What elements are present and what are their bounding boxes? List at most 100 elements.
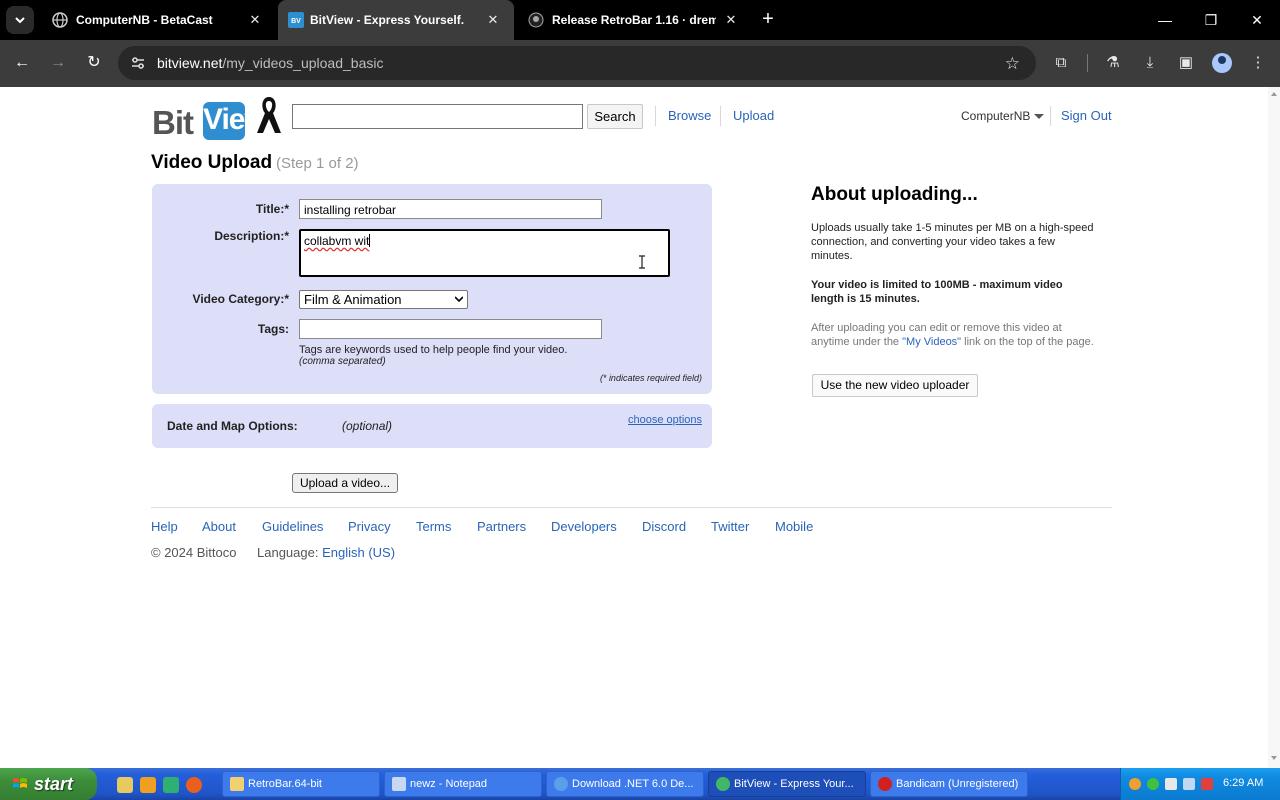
window-close-icon[interactable]: ✕: [1248, 11, 1266, 29]
sign-out-link[interactable]: Sign Out: [1061, 108, 1112, 123]
task-label: Download .NET 6.0 De...: [572, 778, 694, 790]
start-button[interactable]: start: [0, 768, 97, 800]
task-chrome-bitview[interactable]: BitView - Express Your...: [708, 771, 866, 797]
task-ie-download[interactable]: Download .NET 6.0 De...: [546, 771, 704, 797]
minimize-icon[interactable]: —: [1156, 11, 1174, 29]
footer-link-help[interactable]: Help: [151, 519, 178, 534]
tab-bitview[interactable]: BV BitView - Express Yourself. ✕: [278, 0, 514, 40]
description-label: Description:*: [214, 229, 289, 243]
address-bar[interactable]: bitview.net/my_videos_upload_basic ☆: [118, 46, 1036, 80]
tags-field[interactable]: [299, 319, 602, 339]
tags-help-text: Tags are keywords used to help people fi…: [299, 344, 568, 356]
upload-link[interactable]: Upload: [733, 108, 774, 123]
language-selector: Language: English (US): [257, 545, 395, 560]
site-search-input[interactable]: [292, 104, 583, 129]
footer-link-privacy[interactable]: Privacy: [348, 519, 391, 534]
chevron-down-icon: [455, 296, 463, 303]
new-uploader-button[interactable]: Use the new video uploader: [812, 374, 978, 397]
close-icon[interactable]: ✕: [246, 11, 264, 29]
choose-options-link[interactable]: choose options: [628, 414, 702, 426]
folder-icon[interactable]: [117, 777, 133, 793]
tab-retrobar-release[interactable]: Release RetroBar 1.16 · dremin ✕: [516, 0, 752, 40]
browser-tab-strip: ComputerNB - BetaCast ✕ BV BitView - Exp…: [0, 0, 1280, 40]
title-field[interactable]: installing retrobar: [299, 199, 602, 219]
status-tray-icon[interactable]: [1147, 778, 1159, 790]
close-icon[interactable]: ✕: [722, 11, 740, 29]
bookmark-star-icon[interactable]: ☆: [1005, 54, 1020, 74]
footer-link-terms[interactable]: Terms: [416, 519, 451, 534]
user-menu[interactable]: ComputerNB: [961, 109, 1030, 123]
optional-label: (optional): [342, 419, 393, 433]
footer-divider: [151, 507, 1112, 508]
footer-link-discord[interactable]: Discord: [642, 519, 686, 534]
network-tray-icon[interactable]: [1183, 778, 1195, 790]
mourning-ribbon-icon: [257, 97, 281, 133]
bandicam-icon: [878, 777, 892, 791]
profile-avatar[interactable]: [1212, 53, 1232, 73]
toolbar-divider: [1087, 54, 1088, 72]
page-scrollbar[interactable]: [1268, 87, 1280, 768]
media-player-icon[interactable]: [140, 777, 156, 793]
clock: 6:29 AM: [1223, 777, 1264, 789]
more-menu-icon[interactable]: ⋮: [1248, 53, 1268, 73]
text-cursor-icon: [639, 255, 645, 269]
search-button[interactable]: Search: [587, 104, 643, 129]
nav-divider: [655, 106, 656, 126]
task-notepad[interactable]: newz - Notepad: [384, 771, 542, 797]
category-selected-value: Film & Animation: [304, 292, 402, 307]
footer-link-developers[interactable]: Developers: [551, 519, 617, 534]
date-map-label: Date and Map Options:: [167, 419, 298, 433]
footer-link-partners[interactable]: Partners: [477, 519, 526, 534]
forward-icon[interactable]: →: [47, 52, 69, 74]
about-text-speed: Uploads usually take 1-5 minutes per MB …: [811, 222, 1094, 262]
footer-link-twitter[interactable]: Twitter: [711, 519, 749, 534]
text-caret: [369, 234, 371, 247]
close-icon[interactable]: ✕: [484, 11, 502, 29]
task-bandicam[interactable]: Bandicam (Unregistered): [870, 771, 1028, 797]
site-settings-icon[interactable]: [130, 55, 146, 71]
search-tray-icon[interactable]: [1129, 778, 1141, 790]
my-videos-link[interactable]: "My Videos": [902, 336, 961, 348]
notepad-icon: [392, 777, 406, 791]
firefox-icon[interactable]: [186, 777, 202, 793]
tab-search-button[interactable]: [6, 6, 34, 34]
svg-text:BV: BV: [291, 18, 301, 25]
user-menu-caret-icon[interactable]: [1034, 114, 1044, 119]
nav-divider: [1050, 106, 1051, 126]
language-link[interactable]: English (US): [322, 545, 395, 560]
copyright: © 2024 Bittoco: [151, 545, 237, 560]
footer-link-guidelines[interactable]: Guidelines: [262, 519, 323, 534]
tab-title: ComputerNB - BetaCast: [76, 13, 213, 27]
footer-link-mobile[interactable]: Mobile: [775, 519, 813, 534]
description-field[interactable]: collabvm wit: [299, 229, 670, 277]
system-tray: 6:29 AM: [1120, 768, 1280, 800]
flag-tray-icon[interactable]: [1165, 778, 1177, 790]
scroll-down-icon[interactable]: [1271, 756, 1277, 760]
labs-flask-icon[interactable]: ⚗: [1103, 53, 1123, 73]
page-viewport: Bit View Search Browse Upload ComputerNB…: [0, 87, 1280, 768]
about-text-limit: Your video is limited to 100MB - maximum…: [811, 279, 1063, 305]
extensions-icon[interactable]: ⧉: [1051, 53, 1071, 73]
url-text: bitview.net/my_videos_upload_basic: [157, 55, 383, 71]
scroll-up-icon[interactable]: [1271, 92, 1277, 96]
category-select[interactable]: Film & Animation: [299, 290, 468, 309]
download-icon[interactable]: ⤓: [1140, 53, 1160, 73]
tab-betacast[interactable]: ComputerNB - BetaCast ✕: [40, 0, 276, 40]
task-retrobar[interactable]: RetroBar.64-bit: [222, 771, 380, 797]
messenger-icon[interactable]: [163, 777, 179, 793]
side-panel-icon[interactable]: ▣: [1176, 53, 1196, 73]
browser-toolbar: ← → ↻ bitview.net/my_videos_upload_basic…: [0, 40, 1280, 87]
about-text-edit: After uploading you can edit or remove t…: [811, 321, 1096, 349]
url-path: /my_videos_upload_basic: [222, 55, 384, 71]
task-label: newz - Notepad: [410, 778, 488, 790]
restore-icon[interactable]: ❐: [1202, 11, 1220, 29]
windows-flag-icon: [13, 778, 27, 788]
tab-title: BitView - Express Yourself.: [310, 13, 465, 27]
browse-link[interactable]: Browse: [668, 108, 711, 123]
new-tab-icon[interactable]: +: [758, 9, 778, 29]
footer-link-about[interactable]: About: [202, 519, 236, 534]
volume-muted-icon[interactable]: [1201, 778, 1213, 790]
upload-video-button[interactable]: Upload a video...: [292, 473, 398, 493]
back-icon[interactable]: ←: [11, 52, 33, 74]
reload-icon[interactable]: ↻: [83, 52, 105, 74]
